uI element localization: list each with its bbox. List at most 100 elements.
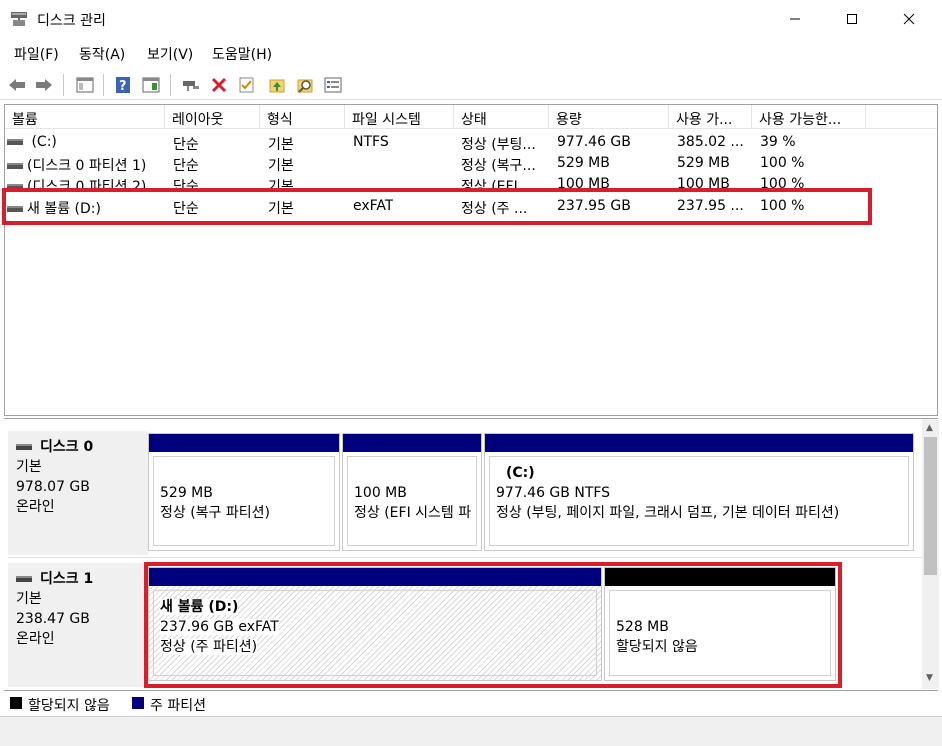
col-free-space[interactable]: 사용 가... bbox=[669, 105, 752, 129]
volume-row[interactable]: (C:) 단순 기본 NTFS 정상 (부팅... 977.46 GB 385.… bbox=[5, 132, 937, 153]
volume-free: 385.02 ... bbox=[677, 134, 744, 150]
partition[interactable]: 529 MB 정상 (복구 파티션) bbox=[148, 433, 340, 551]
scroll-down-icon[interactable]: ▼ bbox=[926, 673, 933, 683]
maximize-icon bbox=[847, 14, 857, 24]
disk-icon bbox=[16, 444, 32, 450]
col-layout[interactable]: 레이아웃 bbox=[165, 105, 260, 129]
partition-body: 529 MB 정상 (복구 파티션) bbox=[153, 456, 335, 546]
maximize-button[interactable] bbox=[829, 0, 875, 38]
partition[interactable]: 100 MB 정상 (EFI 시스템 파 bbox=[342, 433, 482, 551]
back-arrow-icon bbox=[9, 79, 25, 91]
list-view-icon bbox=[324, 77, 342, 93]
menu-action[interactable]: 동작(A) bbox=[79, 44, 125, 64]
col-type[interactable]: 형식 bbox=[260, 105, 345, 129]
volume-type: 기본 bbox=[268, 158, 294, 174]
scroll-thumb[interactable] bbox=[924, 437, 937, 575]
disk-icon bbox=[16, 576, 32, 582]
volume-icon bbox=[7, 139, 23, 145]
partition-bar bbox=[485, 434, 913, 452]
console-tree-button[interactable] bbox=[74, 74, 96, 96]
volume-free: 100 MB bbox=[677, 176, 730, 188]
delete-button[interactable] bbox=[208, 74, 230, 96]
disk-kind: 기본 bbox=[16, 591, 42, 607]
close-icon bbox=[903, 13, 915, 25]
disk-state: 온라인 bbox=[16, 499, 55, 515]
folder-up-icon bbox=[269, 79, 285, 93]
volume-list: 볼륨 레이아웃 형식 파일 시스템 상태 용량 사용 가... 사용 가능한..… bbox=[4, 104, 938, 416]
partition-title: (C:) bbox=[506, 465, 535, 481]
disk-kind: 기본 bbox=[16, 459, 42, 475]
volume-percent: 100 % bbox=[760, 155, 805, 171]
toolbar-separator bbox=[103, 74, 104, 96]
help-button[interactable]: ? bbox=[112, 74, 134, 96]
toolbar: ? bbox=[0, 68, 942, 100]
menu-help[interactable]: 도움말(H) bbox=[212, 44, 272, 64]
disk-size: 978.07 GB bbox=[16, 479, 90, 495]
connect-drive-icon bbox=[183, 81, 199, 91]
volume-capacity: 977.46 GB bbox=[557, 134, 631, 150]
list-view-button[interactable] bbox=[322, 74, 344, 96]
unallocated-swatch bbox=[10, 697, 22, 709]
menu-file[interactable]: 파일(F) bbox=[14, 44, 59, 64]
up-button[interactable] bbox=[266, 74, 288, 96]
legend-unallocated: 할당되지 않음 bbox=[28, 698, 110, 714]
search-button[interactable] bbox=[294, 74, 316, 96]
volume-capacity: 529 MB bbox=[557, 155, 610, 171]
disk-size: 238.47 GB bbox=[16, 611, 90, 627]
column-header: 볼륨 레이아웃 형식 파일 시스템 상태 용량 사용 가... 사용 가능한..… bbox=[5, 105, 937, 129]
partition-status: 정상 (부팅, 페이지 파일, 크래시 덤프, 기본 데이터 파티션) bbox=[496, 505, 840, 521]
partition-bar bbox=[149, 434, 339, 452]
highlight-box bbox=[144, 562, 842, 688]
volume-capacity: 100 MB bbox=[557, 176, 610, 188]
disk-1-info[interactable]: 디스크 1 기본 238.47 GB 온라인 bbox=[8, 563, 148, 687]
divider bbox=[8, 557, 922, 558]
volume-type: 기본 bbox=[268, 179, 294, 188]
volume-name: (C:) bbox=[7, 134, 57, 150]
volume-type: 기본 bbox=[268, 137, 294, 153]
close-button[interactable] bbox=[886, 0, 932, 38]
properties-check-icon bbox=[239, 77, 254, 93]
legend-primary-partition: 주 파티션 bbox=[150, 698, 206, 714]
col-capacity[interactable]: 용량 bbox=[549, 105, 669, 129]
folder-search-icon bbox=[297, 79, 313, 93]
volume-status: 정상 (복구... bbox=[461, 158, 536, 174]
back-button[interactable] bbox=[6, 74, 28, 96]
volume-icon bbox=[7, 163, 23, 169]
col-percent-free[interactable]: 사용 가능한... bbox=[752, 105, 866, 129]
volume-layout: 단순 bbox=[173, 179, 199, 188]
action-pane-icon bbox=[142, 77, 160, 93]
volume-layout: 단순 bbox=[173, 137, 199, 153]
partition-body: 100 MB 정상 (EFI 시스템 파 bbox=[347, 456, 477, 546]
legend: 할당되지 않음 주 파티션 bbox=[4, 690, 938, 714]
forward-button[interactable] bbox=[33, 74, 55, 96]
volume-percent: 39 % bbox=[760, 134, 796, 150]
window-title: 디스크 관리 bbox=[37, 13, 106, 29]
partition-status: 정상 (EFI 시스템 파 bbox=[354, 505, 472, 521]
properties-button[interactable] bbox=[236, 74, 258, 96]
disk-state: 온라인 bbox=[16, 631, 55, 647]
volume-free: 529 MB bbox=[677, 155, 730, 171]
menu-bar: 파일(F) 동작(A) 보기(V) 도움말(H) bbox=[0, 40, 942, 66]
col-filesystem[interactable]: 파일 시스템 bbox=[345, 105, 454, 129]
col-status[interactable]: 상태 bbox=[454, 105, 549, 129]
volume-row[interactable]: (디스크 0 파티션 1) 단순 기본 정상 (복구... 529 MB 529… bbox=[5, 153, 937, 174]
col-volume[interactable]: 볼륨 bbox=[5, 105, 165, 129]
delete-x-icon bbox=[211, 77, 227, 93]
disk-0-info[interactable]: 디스크 0 기본 978.07 GB 온라인 bbox=[8, 431, 148, 555]
action-pane-button[interactable] bbox=[140, 74, 162, 96]
minimize-button[interactable] bbox=[772, 0, 818, 38]
vertical-scrollbar[interactable]: ▲ ▼ bbox=[922, 419, 939, 689]
forward-arrow-icon bbox=[36, 79, 52, 91]
connect-disk-button[interactable] bbox=[180, 74, 202, 96]
disk-name: 디스크 0 bbox=[40, 439, 94, 455]
status-bar bbox=[0, 716, 942, 746]
toolbar-separator bbox=[63, 74, 64, 96]
volume-name: (디스크 0 파티션 1) bbox=[7, 155, 146, 175]
console-tree-icon bbox=[76, 77, 94, 93]
help-icon: ? bbox=[116, 77, 130, 94]
menu-view[interactable]: 보기(V) bbox=[147, 44, 193, 64]
primary-partition-swatch bbox=[132, 697, 144, 709]
volume-row[interactable]: (디스크 0 파티션 2) 단순 기본 정상 (EFI ... 100 MB 1… bbox=[5, 174, 937, 188]
partition[interactable]: (C:) 977.46 GB NTFS 정상 (부팅, 페이지 파일, 크래시 … bbox=[484, 433, 914, 551]
scroll-up-icon[interactable]: ▲ bbox=[926, 423, 933, 433]
